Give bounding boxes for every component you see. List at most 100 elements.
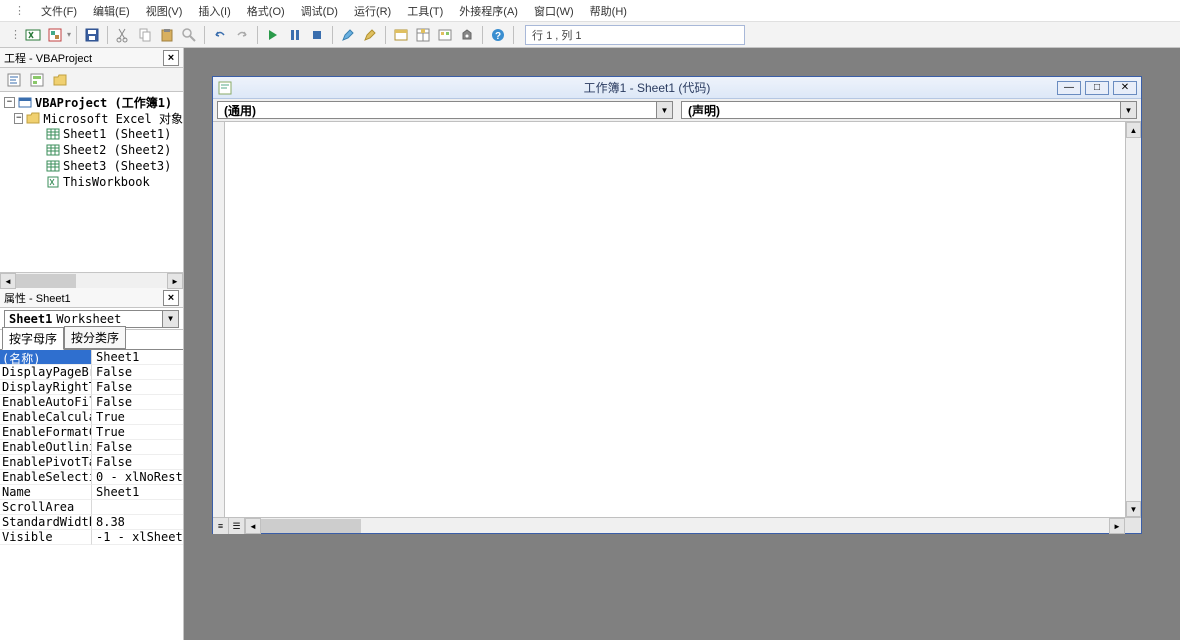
chevron-down-icon[interactable]: ▼ bbox=[162, 311, 178, 327]
tree-item-thisworkbook[interactable]: ThisWorkbook bbox=[0, 174, 183, 190]
menu-debug[interactable]: 调试(D) bbox=[301, 3, 338, 19]
paste-icon[interactable] bbox=[157, 25, 177, 45]
tab-alphabetic[interactable]: 按字母序 bbox=[2, 327, 64, 350]
menu-tools[interactable]: 工具(T) bbox=[407, 3, 443, 19]
view-code-icon[interactable] bbox=[4, 70, 24, 90]
project-explorer-icon[interactable] bbox=[391, 25, 411, 45]
scroll-up-icon[interactable]: ▲ bbox=[1126, 122, 1141, 138]
toggle-folders-icon[interactable] bbox=[50, 70, 70, 90]
reset-icon[interactable] bbox=[307, 25, 327, 45]
property-value[interactable]: 8.38 bbox=[92, 515, 183, 530]
menu-run[interactable]: 运行(R) bbox=[354, 3, 391, 19]
property-value[interactable]: False bbox=[92, 380, 183, 395]
break-icon[interactable] bbox=[285, 25, 305, 45]
property-row[interactable]: Visible-1 - xlSheetVisible bbox=[0, 530, 183, 545]
find-icon[interactable] bbox=[179, 25, 199, 45]
procedure-combo[interactable]: (声明) ▼ bbox=[681, 101, 1137, 119]
property-row[interactable]: EnablePivotTableFalse bbox=[0, 455, 183, 470]
menu-help[interactable]: 帮助(H) bbox=[590, 3, 627, 19]
property-value[interactable]: 0 - xlNoRestrictions bbox=[92, 470, 183, 485]
chevron-down-icon[interactable]: ▼ bbox=[1120, 102, 1136, 118]
object-combo[interactable]: (通用) ▼ bbox=[217, 101, 673, 119]
scroll-right-icon[interactable]: ► bbox=[167, 273, 183, 289]
code-hscroll[interactable]: ◄ ► bbox=[245, 518, 1125, 533]
chevron-down-icon[interactable]: ▼ bbox=[656, 102, 672, 118]
full-module-view-icon[interactable]: ☰ bbox=[229, 518, 245, 534]
property-row[interactable]: EnableSelection0 - xlNoRestrictions bbox=[0, 470, 183, 485]
property-value[interactable]: False bbox=[92, 365, 183, 380]
property-row[interactable]: (名称)Sheet1 bbox=[0, 350, 183, 365]
properties-window-icon[interactable] bbox=[413, 25, 433, 45]
property-value[interactable]: -1 - xlSheetVisible bbox=[92, 530, 183, 545]
menu-insert[interactable]: 插入(I) bbox=[198, 3, 230, 19]
property-value[interactable]: False bbox=[92, 455, 183, 470]
property-value[interactable]: True bbox=[92, 425, 183, 440]
cut-icon[interactable] bbox=[113, 25, 133, 45]
property-row[interactable]: DisplayPageBreaksFalse bbox=[0, 365, 183, 380]
properties-grid[interactable]: (名称)Sheet1DisplayPageBreaksFalseDisplayR… bbox=[0, 350, 183, 640]
property-row[interactable]: ScrollArea bbox=[0, 500, 183, 515]
minimize-button[interactable]: — bbox=[1057, 81, 1081, 95]
tab-categorized[interactable]: 按分类序 bbox=[64, 326, 126, 349]
redo-icon[interactable] bbox=[232, 25, 252, 45]
maximize-button[interactable]: □ bbox=[1085, 81, 1109, 95]
object-browser-icon[interactable] bbox=[435, 25, 455, 45]
code-vscroll[interactable]: ▲ ▼ bbox=[1125, 122, 1141, 517]
property-value[interactable] bbox=[92, 500, 183, 515]
scroll-thumb[interactable] bbox=[16, 274, 76, 288]
property-value[interactable]: Sheet1 bbox=[92, 350, 183, 365]
scroll-down-icon[interactable]: ▼ bbox=[1126, 501, 1141, 517]
property-row[interactable]: EnableAutoFilterFalse bbox=[0, 395, 183, 410]
undo-icon[interactable] bbox=[210, 25, 230, 45]
property-row[interactable]: NameSheet1 bbox=[0, 485, 183, 500]
view-excel-icon[interactable] bbox=[23, 25, 43, 45]
copy-icon[interactable] bbox=[135, 25, 155, 45]
tree-folder[interactable]: − Microsoft Excel 对象 bbox=[0, 110, 183, 126]
project-tree[interactable]: − VBAProject (工作簿1) − Microsoft Excel 对象… bbox=[0, 92, 183, 272]
save-icon[interactable] bbox=[82, 25, 102, 45]
properties-panel-close-button[interactable]: × bbox=[163, 290, 179, 306]
menu-addins[interactable]: 外接程序(A) bbox=[459, 3, 518, 19]
menu-file[interactable]: 文件(F) bbox=[41, 3, 77, 19]
property-row[interactable]: EnableOutliningFalse bbox=[0, 440, 183, 455]
tree-item-sheet2[interactable]: Sheet2 (Sheet2) bbox=[0, 142, 183, 158]
worksheet-icon bbox=[46, 159, 60, 173]
tree-root[interactable]: − VBAProject (工作簿1) bbox=[0, 94, 183, 110]
menu-edit[interactable]: 编辑(E) bbox=[93, 3, 130, 19]
procedure-view-icon[interactable]: ≡ bbox=[213, 518, 229, 534]
property-value[interactable]: Sheet1 bbox=[92, 485, 183, 500]
expand-toggle-icon[interactable]: − bbox=[4, 97, 15, 108]
property-value[interactable]: False bbox=[92, 395, 183, 410]
code-editor[interactable] bbox=[225, 122, 1125, 517]
menu-window[interactable]: 窗口(W) bbox=[534, 3, 574, 19]
tree-item-sheet3[interactable]: Sheet3 (Sheet3) bbox=[0, 158, 183, 174]
property-row[interactable]: StandardWidth8.38 bbox=[0, 515, 183, 530]
design-mode-exit-icon[interactable] bbox=[360, 25, 380, 45]
property-value[interactable]: True bbox=[92, 410, 183, 425]
project-hscroll[interactable]: ◄ ► bbox=[0, 272, 183, 288]
design-mode-icon[interactable] bbox=[338, 25, 358, 45]
toolbox-icon[interactable] bbox=[457, 25, 477, 45]
scroll-left-icon[interactable]: ◄ bbox=[245, 518, 261, 534]
scroll-right-icon[interactable]: ► bbox=[1109, 518, 1125, 534]
code-window-titlebar[interactable]: 工作簿1 - Sheet1 (代码) — □ ✕ bbox=[213, 77, 1141, 99]
project-panel-close-button[interactable]: × bbox=[163, 50, 179, 66]
property-row[interactable]: EnableFormatConditionsCalculationTrue bbox=[0, 425, 183, 440]
expand-toggle-icon[interactable]: − bbox=[14, 113, 23, 124]
scroll-thumb[interactable] bbox=[261, 519, 361, 533]
property-row[interactable]: DisplayRightToLeftFalse bbox=[0, 380, 183, 395]
view-object-icon[interactable] bbox=[27, 70, 47, 90]
code-gutter bbox=[213, 122, 225, 517]
help-icon[interactable]: ? bbox=[488, 25, 508, 45]
code-window[interactable]: 工作簿1 - Sheet1 (代码) — □ ✕ (通用) ▼ (声明) ▼ bbox=[212, 76, 1142, 534]
menu-view[interactable]: 视图(V) bbox=[146, 3, 183, 19]
tree-item-sheet1[interactable]: Sheet1 (Sheet1) bbox=[0, 126, 183, 142]
property-row[interactable]: EnableCalculationTrue bbox=[0, 410, 183, 425]
menu-format[interactable]: 格式(O) bbox=[247, 3, 285, 19]
property-value[interactable]: False bbox=[92, 440, 183, 455]
scroll-left-icon[interactable]: ◄ bbox=[0, 273, 16, 289]
close-button[interactable]: ✕ bbox=[1113, 81, 1137, 95]
insert-object-icon[interactable] bbox=[45, 25, 65, 45]
code-window-title: 工作簿1 - Sheet1 (代码) bbox=[237, 79, 1057, 96]
run-icon[interactable] bbox=[263, 25, 283, 45]
